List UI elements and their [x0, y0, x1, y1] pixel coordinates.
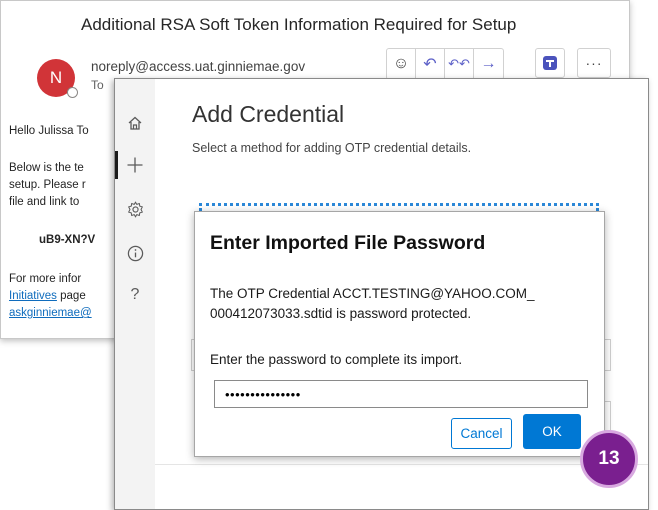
more-options-button[interactable]: ···: [577, 48, 611, 78]
settings-icon[interactable]: [124, 198, 146, 220]
dialog-message: The OTP Credential ACCT.TESTING@YAHOO.CO…: [210, 284, 535, 324]
step-badge: 13: [580, 430, 638, 488]
help-glyph: ?: [130, 286, 140, 303]
page-title: Add Credential: [192, 101, 345, 127]
info-icon[interactable]: [124, 242, 146, 264]
body-line: For more infor: [9, 273, 82, 285]
emoji-reaction-button[interactable]: ☺: [387, 49, 416, 79]
body-line: setup. Please r: [9, 179, 86, 191]
dialog-title: Enter Imported File Password: [210, 232, 486, 254]
reply-all-icon: ↶↶: [448, 56, 470, 71]
message-actions: ☺ ↶ ↶↶ →: [386, 48, 504, 80]
divider: [155, 464, 648, 465]
reply-icon: ↶: [423, 56, 437, 73]
reply-button[interactable]: ↶: [416, 49, 445, 79]
greeting-line: Hello Julissa To: [9, 125, 89, 137]
page-subtitle: Select a method for adding OTP credentia…: [192, 141, 472, 155]
emoji-icon: ☺: [392, 55, 410, 72]
cancel-button[interactable]: Cancel: [451, 418, 512, 449]
teams-button[interactable]: [535, 48, 565, 78]
add-icon[interactable]: [124, 154, 146, 176]
dialog-message-line: 000412073033.sdtid is password protected…: [210, 306, 472, 321]
reply-all-button[interactable]: ↶↶: [445, 49, 474, 79]
avatar-initial: N: [49, 68, 63, 87]
token-code: uB9-XN?V: [39, 234, 96, 246]
home-icon[interactable]: [124, 112, 146, 134]
ok-button[interactable]: OK: [523, 414, 581, 449]
more-icon: ···: [585, 55, 603, 71]
body-text: page: [56, 290, 86, 302]
sidebar: ?: [115, 79, 155, 509]
email-link[interactable]: askginniemae@: [9, 307, 92, 319]
dialog-message-line: The OTP Credential ACCT.TESTING@YAHOO.CO…: [210, 286, 535, 301]
password-input[interactable]: [214, 380, 588, 408]
forward-icon: →: [480, 55, 497, 72]
teams-icon: [543, 56, 557, 70]
help-icon[interactable]: ?: [124, 284, 146, 306]
body-line: Initiatives page: [9, 290, 86, 302]
password-prompt: Enter the password to complete its impor…: [210, 352, 463, 367]
email-subject: Additional RSA Soft Token Information Re…: [81, 15, 517, 34]
initiatives-link[interactable]: Initiatives: [9, 290, 57, 302]
body-line: Below is the te: [9, 162, 84, 174]
presence-status-icon: [67, 87, 78, 98]
password-dialog: Enter Imported File Password The OTP Cre…: [194, 211, 605, 457]
sender-address[interactable]: noreply@access.uat.ginniemae.gov: [91, 59, 305, 74]
body-line: file and link to: [9, 196, 80, 208]
body-line: askginniemae@: [9, 307, 92, 319]
selected-indicator: [115, 151, 118, 179]
forward-button[interactable]: →: [474, 49, 503, 79]
to-label: To: [91, 78, 104, 92]
